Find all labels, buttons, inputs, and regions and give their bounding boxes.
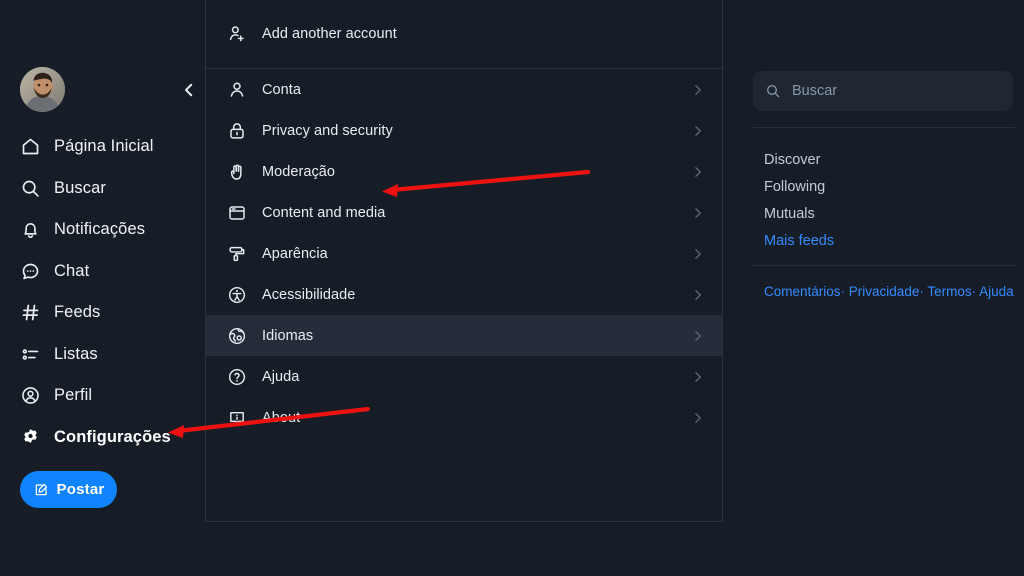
info-icon xyxy=(224,408,250,428)
feed-links-list: Discover Following Mutuals Mais feeds xyxy=(764,147,1024,255)
chevron-right-icon xyxy=(691,83,704,96)
footer-links: Comentários· Privacidade· Termos· Ajuda xyxy=(764,282,1014,301)
chevron-left-icon xyxy=(185,83,193,97)
sidebar-item-listas[interactable]: Listas xyxy=(0,334,205,376)
settings-item-label: Aparência xyxy=(262,245,328,262)
settings-item-idiomas[interactable]: Idiomas xyxy=(206,315,722,356)
footer-link-termos[interactable]: Termos xyxy=(927,284,971,299)
sidebar-item-buscar[interactable]: Buscar xyxy=(0,168,205,210)
hash-icon xyxy=(20,301,47,325)
feed-link-mutuals[interactable]: Mutuals xyxy=(764,201,1024,228)
chevron-right-icon xyxy=(691,206,704,219)
avatar[interactable] xyxy=(20,67,65,112)
settings-item-label: Idiomas xyxy=(262,327,314,344)
sidebar-item-perfil[interactable]: Perfil xyxy=(0,375,205,417)
settings-item-privacy-and-security[interactable]: Privacy and security xyxy=(206,110,722,151)
sidebar-item-label: Configurações xyxy=(54,427,171,446)
sidebar-item-chat[interactable]: Chat xyxy=(0,251,205,293)
user-plus-icon xyxy=(224,24,250,44)
chevron-right-icon xyxy=(691,124,704,137)
settings-item-add-another-account[interactable]: Add another account xyxy=(206,0,722,68)
accessibility-icon xyxy=(224,285,250,305)
compose-icon xyxy=(33,482,49,498)
sidebar-item-label: Feeds xyxy=(54,303,101,322)
user-icon xyxy=(224,80,250,100)
post-button[interactable]: Postar xyxy=(20,471,117,508)
feed-link-discover[interactable]: Discover xyxy=(764,147,1024,174)
footer-separator: · xyxy=(919,284,924,299)
settings-item-label: Content and media xyxy=(262,204,386,221)
hand-icon xyxy=(224,162,250,182)
settings-item-content-and-media[interactable]: Content and media xyxy=(206,192,722,233)
globe-icon xyxy=(224,326,250,346)
settings-item-aparencia[interactable]: Aparência xyxy=(206,233,722,274)
sidebar-item-label: Notificações xyxy=(54,220,146,239)
settings-item-label: Moderação xyxy=(262,163,335,180)
footer-link-privacidade[interactable]: Privacidade xyxy=(849,284,920,299)
feed-link-following[interactable]: Following xyxy=(764,174,1024,201)
footer-separator: · xyxy=(971,284,977,299)
sidebar-item-label: Listas xyxy=(54,344,98,363)
settings-item-label: Add another account xyxy=(262,26,397,42)
settings-item-moderacao[interactable]: Moderação xyxy=(206,151,722,192)
right-panel-divider-2 xyxy=(753,265,1015,266)
list-icon xyxy=(20,342,47,366)
browser-icon xyxy=(224,203,250,223)
footer-separator: · xyxy=(840,284,846,299)
settings-item-label: Conta xyxy=(262,81,301,98)
chevron-right-icon xyxy=(691,165,704,178)
sidebar-item-notificacoes[interactable]: Notificações xyxy=(0,209,205,251)
search-icon xyxy=(765,83,781,99)
chevron-right-icon xyxy=(691,247,704,260)
sidebar-item-label: Buscar xyxy=(54,178,106,197)
chevron-right-icon xyxy=(691,288,704,301)
sidebar-item-pagina-inicial[interactable]: Página Inicial xyxy=(0,126,205,168)
settings-item-label: About xyxy=(262,409,301,426)
sidebar-nav-list: Página Inicial Buscar Notificações Chat … xyxy=(0,126,205,458)
app-window: Página Inicial Buscar Notificações Chat … xyxy=(0,0,1024,576)
bell-icon xyxy=(20,218,47,242)
right-panel-divider xyxy=(753,127,1015,128)
footer-link-comentarios[interactable]: Comentários xyxy=(764,284,841,299)
gear-icon xyxy=(20,425,47,449)
search-placeholder: Buscar xyxy=(792,83,838,99)
sidebar-item-label: Perfil xyxy=(54,386,93,405)
settings-menu-panel: Add another account Conta Privacy and se… xyxy=(205,0,723,522)
sidebar-header xyxy=(20,67,193,113)
home-icon xyxy=(20,135,47,159)
sidebar-item-configuracoes[interactable]: Configurações xyxy=(0,417,205,459)
settings-item-ajuda[interactable]: Ajuda xyxy=(206,356,722,397)
settings-item-about[interactable]: About xyxy=(206,397,722,438)
chevron-right-icon xyxy=(691,370,704,383)
sidebar-item-label: Chat xyxy=(54,261,90,280)
feed-link-mais-feeds[interactable]: Mais feeds xyxy=(764,228,1024,255)
settings-item-label: Ajuda xyxy=(262,368,300,385)
sidebar-item-feeds[interactable]: Feeds xyxy=(0,292,205,334)
question-circle-icon xyxy=(224,367,250,387)
settings-item-label: Acessibilidade xyxy=(262,286,356,303)
sidebar-item-label: Página Inicial xyxy=(54,137,154,156)
footer-link-ajuda[interactable]: Ajuda xyxy=(979,284,1014,299)
post-button-label: Postar xyxy=(56,481,105,498)
user-circle-icon xyxy=(20,384,47,408)
chevron-right-icon xyxy=(691,411,704,424)
chat-bubble-icon xyxy=(20,259,47,283)
settings-item-acessibilidade[interactable]: Acessibilidade xyxy=(206,274,722,315)
collapse-sidebar-button[interactable] xyxy=(175,76,203,104)
search-input[interactable]: Buscar xyxy=(753,71,1013,111)
left-sidebar: Página Inicial Buscar Notificações Chat … xyxy=(0,0,205,576)
lock-icon xyxy=(224,121,250,141)
chevron-right-icon xyxy=(691,329,704,342)
settings-item-conta[interactable]: Conta xyxy=(206,69,722,110)
paint-roller-icon xyxy=(224,244,250,264)
search-icon xyxy=(20,176,47,200)
settings-item-label: Privacy and security xyxy=(262,122,393,139)
